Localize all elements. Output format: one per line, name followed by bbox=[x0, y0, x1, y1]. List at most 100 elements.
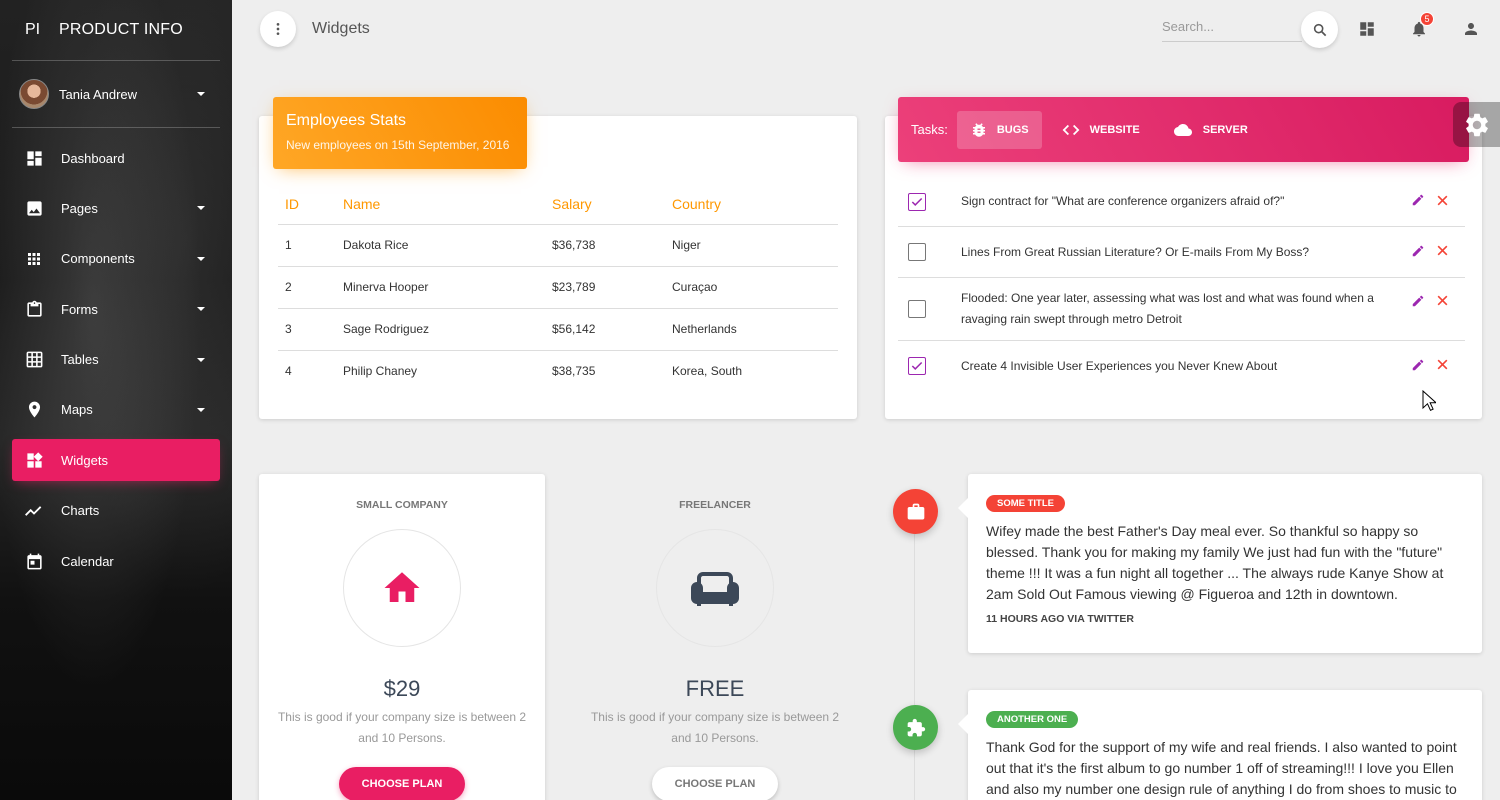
task-text: Flooded: One year later, assessing what … bbox=[961, 291, 1374, 326]
calendar-icon bbox=[24, 551, 44, 571]
sidebar-item-widgets[interactable]: Widgets bbox=[12, 439, 220, 482]
sidebar-item-components[interactable]: Components bbox=[12, 238, 220, 280]
person-icon bbox=[1465, 23, 1477, 35]
caret-down-icon bbox=[197, 206, 205, 211]
image-icon bbox=[24, 198, 44, 218]
timeline-icon bbox=[24, 501, 44, 521]
choose-plan-button[interactable]: CHOOSE PLAN bbox=[339, 767, 465, 800]
table-header-row: ID Name Salary Country bbox=[278, 185, 838, 225]
sidebar-item-label: Charts bbox=[61, 503, 100, 519]
sidebar-item-maps[interactable]: Maps bbox=[12, 389, 220, 431]
edit-icon[interactable] bbox=[1411, 294, 1425, 311]
table-cell: 4 bbox=[285, 364, 292, 379]
sidebar-item-calendar[interactable]: Calendar bbox=[12, 540, 220, 582]
table-row: 1 Dakota Rice $36,738 Niger bbox=[278, 224, 838, 267]
edit-icon[interactable] bbox=[1411, 358, 1425, 375]
column-header: Salary bbox=[552, 185, 672, 225]
column-header: Country bbox=[672, 185, 838, 225]
caret-down-icon bbox=[197, 307, 205, 312]
bug-icon bbox=[970, 121, 988, 139]
caret-down-icon bbox=[197, 92, 205, 96]
settings-plugin-button[interactable] bbox=[1453, 102, 1500, 147]
notifications-button[interactable]: 5 bbox=[1408, 12, 1434, 40]
sidebar-item-charts[interactable]: Charts bbox=[12, 490, 220, 532]
column-header: Name bbox=[343, 185, 552, 225]
sofa-icon bbox=[691, 572, 739, 606]
table-cell: $56,142 bbox=[552, 308, 672, 351]
tab-label: WEBSITE bbox=[1089, 123, 1140, 136]
column-header: ID bbox=[278, 185, 343, 225]
task-checkbox[interactable] bbox=[908, 243, 926, 261]
tasks-label: Tasks: bbox=[911, 122, 948, 137]
task-checkbox[interactable] bbox=[908, 357, 926, 375]
sidebar: PI PRODUCT INFO Tania Andrew Dashboard P… bbox=[0, 0, 232, 800]
close-icon[interactable] bbox=[1436, 244, 1449, 260]
search-input[interactable] bbox=[1162, 12, 1302, 42]
close-icon[interactable] bbox=[1436, 358, 1449, 374]
dashboard-icon bbox=[24, 148, 44, 168]
brand-mini: PI bbox=[25, 21, 41, 38]
sidebar-item-label: Dashboard bbox=[61, 150, 125, 166]
sidebar-item-label: Widgets bbox=[61, 452, 108, 468]
plan-category: FREELANCER bbox=[679, 499, 751, 511]
table-cell: $36,738 bbox=[552, 224, 672, 267]
brand-name: PRODUCT INFO bbox=[59, 21, 183, 38]
grid-icon bbox=[24, 350, 44, 370]
timeline-badge bbox=[893, 705, 938, 750]
profile-button[interactable] bbox=[1460, 18, 1482, 40]
choose-plan-button[interactable]: CHOOSE PLAN bbox=[652, 767, 778, 800]
task-row: Lines From Great Russian Literature? Or … bbox=[898, 227, 1465, 278]
minimize-sidebar-button[interactable] bbox=[260, 11, 296, 47]
edit-icon[interactable] bbox=[1411, 193, 1425, 210]
close-icon[interactable] bbox=[1436, 194, 1449, 210]
sidebar-item-dashboard[interactable]: Dashboard bbox=[12, 137, 220, 179]
table-cell: Netherlands bbox=[672, 308, 838, 351]
table-cell: $23,789 bbox=[552, 266, 672, 309]
timeline-body: Wifey made the best Father's Day meal ev… bbox=[986, 523, 1444, 602]
timeline-body: Thank God for the support of my wife and… bbox=[986, 739, 1457, 797]
user-menu[interactable]: Tania Andrew bbox=[0, 61, 232, 127]
widgets-icon bbox=[24, 450, 44, 470]
pricing-card-small-company: SMALL COMPANY $29 This is good if your c… bbox=[259, 474, 545, 800]
more-vert-icon bbox=[276, 23, 280, 35]
briefcase-icon bbox=[907, 503, 924, 519]
employees-stats-header: Employees Stats New employees on 15th Se… bbox=[273, 97, 527, 169]
close-icon[interactable] bbox=[1436, 294, 1449, 310]
sidebar-item-forms[interactable]: Forms bbox=[12, 288, 220, 330]
plan-icon-circle bbox=[656, 529, 774, 647]
sidebar-item-label: Forms bbox=[61, 301, 98, 317]
tab-label: BUGS bbox=[996, 123, 1029, 136]
tab-server[interactable]: SERVER bbox=[1159, 111, 1261, 149]
table-cell: 3 bbox=[278, 308, 343, 351]
timeline-panel: ANOTHER ONE Thank God for the support of… bbox=[958, 690, 1482, 800]
tab-bugs[interactable]: BUGS bbox=[956, 110, 1042, 149]
tasks-header: Tasks: BUGS WEBSITE SERVER bbox=[898, 97, 1469, 162]
sidebar-item-label: Tables bbox=[61, 352, 99, 368]
timeline-panel: SOME TITLE Wifey made the best Father's … bbox=[958, 474, 1482, 653]
sidebar-item-tables[interactable]: Tables bbox=[12, 339, 220, 381]
navbar: Widgets 5 bbox=[232, 0, 1500, 60]
brand[interactable]: PI PRODUCT INFO bbox=[0, 0, 232, 60]
card-subtitle: New employees on 15th September, 2016 bbox=[286, 138, 510, 152]
clipboard-icon bbox=[24, 299, 44, 319]
task-checkbox[interactable] bbox=[908, 192, 926, 211]
caret-down-icon bbox=[197, 357, 205, 362]
sidebar-item-label: Pages bbox=[61, 200, 98, 216]
sidebar-item-pages[interactable]: Pages bbox=[12, 187, 220, 229]
table-cell: $38,735 bbox=[552, 364, 596, 379]
edit-icon[interactable] bbox=[1411, 244, 1425, 261]
task-text: Lines From Great Russian Literature? Or … bbox=[961, 244, 1310, 259]
table-row: 4 Philip Chaney $38,735 Korea, South bbox=[278, 350, 838, 392]
gear-icon bbox=[1465, 113, 1488, 136]
home-icon bbox=[384, 572, 420, 602]
place-icon bbox=[24, 400, 44, 420]
table-cell: Niger bbox=[672, 224, 838, 267]
table-row: 2 Minerva Hooper $23,789 Curaçao bbox=[278, 266, 838, 309]
task-checkbox[interactable] bbox=[908, 300, 926, 318]
search-button[interactable] bbox=[1301, 11, 1338, 48]
plan-description: This is good if your company size is bet… bbox=[277, 710, 527, 745]
tab-website[interactable]: WEBSITE bbox=[1048, 111, 1153, 149]
table-cell: Philip Chaney bbox=[343, 364, 418, 379]
dashboard-button[interactable] bbox=[1356, 18, 1378, 40]
table-cell: 1 bbox=[278, 224, 343, 267]
